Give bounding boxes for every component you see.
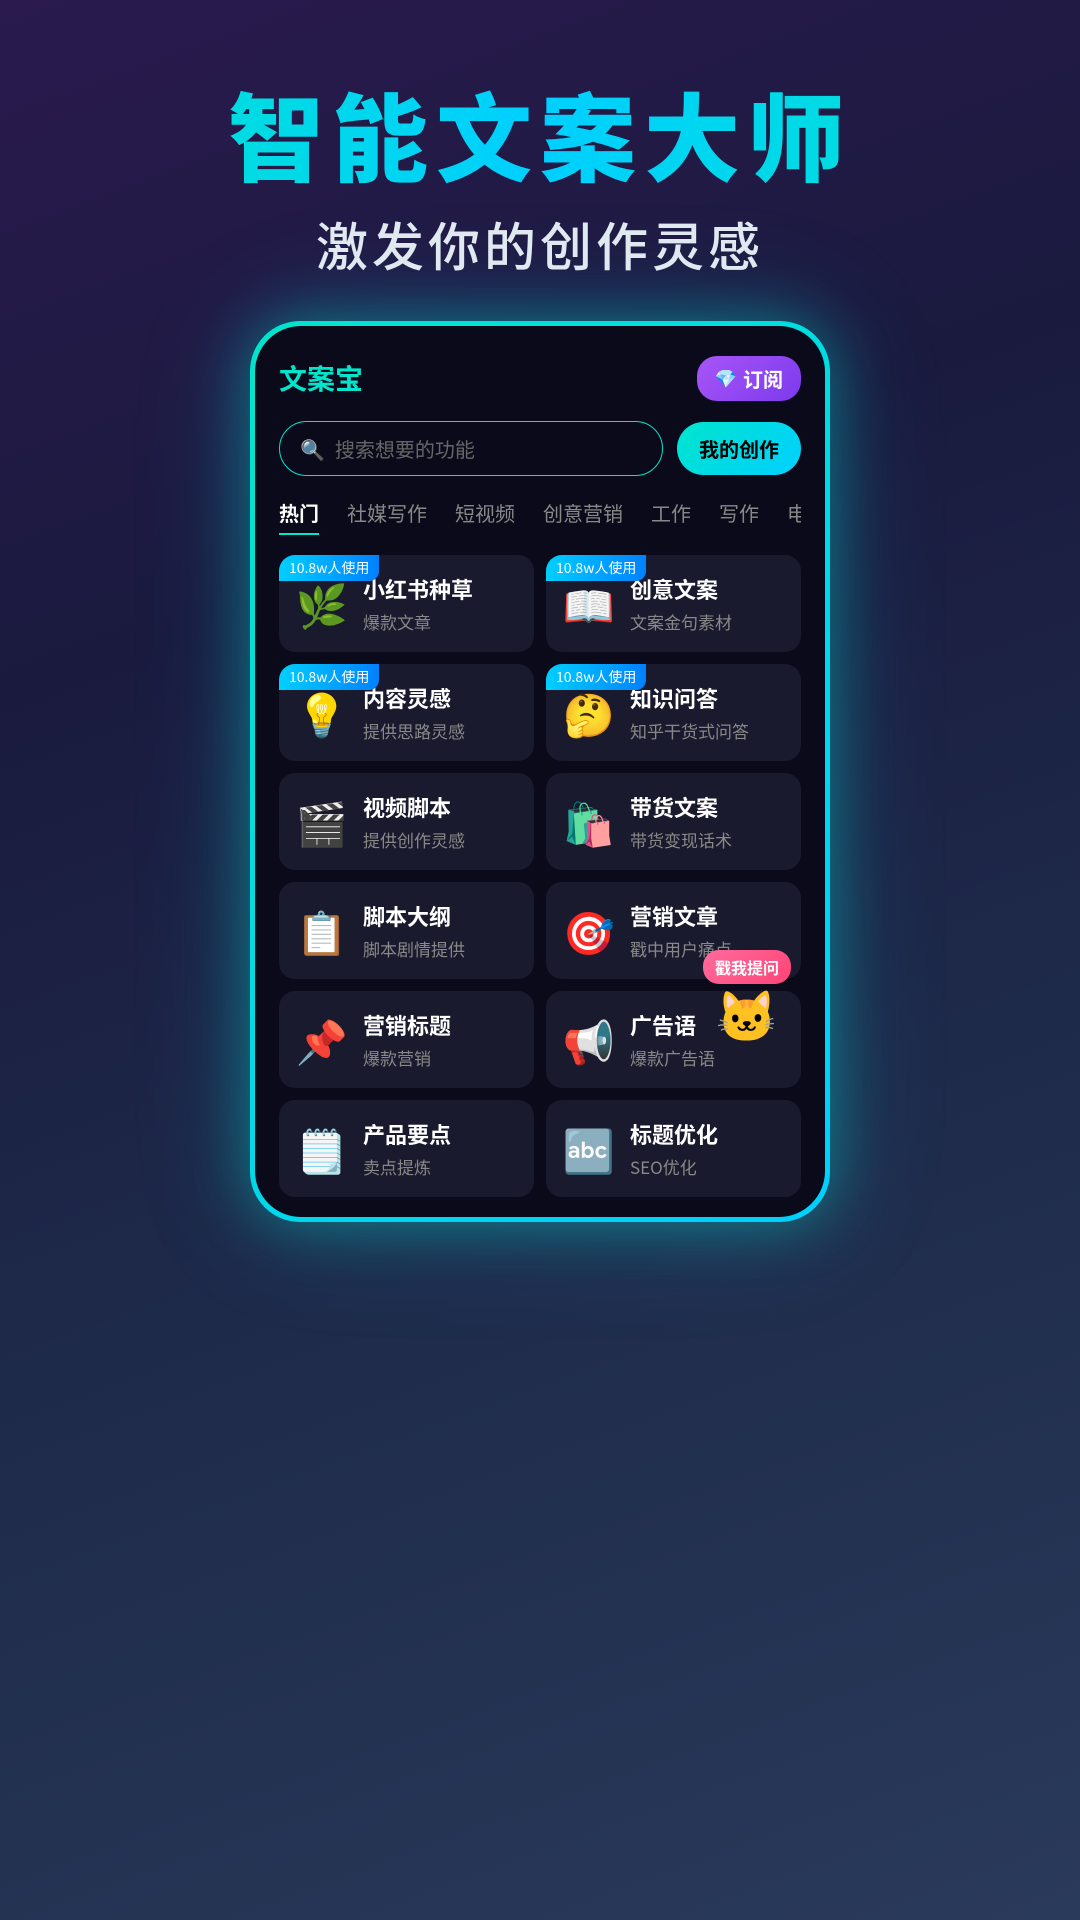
list-item[interactable]: 📢 广告语 爆款广告语 戳我提问 🐱 (546, 991, 801, 1088)
item-title: 小红书种草 (363, 573, 518, 605)
item-text: 视频脚本 提供创作灵感 (363, 791, 518, 852)
list-item[interactable]: 10.8w人使用 🌿 小红书种草 爆款文章 (279, 555, 534, 652)
item-icon: 🔤 (562, 1118, 616, 1179)
item-text: 标题优化 SEO优化 (630, 1118, 785, 1179)
item-icon: 🎬 (295, 791, 349, 852)
item-desc: 爆款文章 (363, 609, 518, 634)
item-desc: 提供思路灵感 (363, 718, 518, 743)
usage-badge: 10.8w人使用 (279, 664, 379, 690)
usage-badge: 10.8w人使用 (546, 555, 646, 581)
item-text: 产品要点 卖点提炼 (363, 1118, 518, 1179)
item-text: 知识问答 知乎干货式问答 (630, 682, 785, 743)
item-icon: 📢 (562, 1009, 616, 1070)
list-item[interactable]: 🎬 视频脚本 提供创作灵感 (279, 773, 534, 870)
phone-inner: 文案宝 💎 订阅 🔍 搜索想要的功能 我的创作 热门 社媒写作 短视频 创意营销… (255, 326, 825, 1217)
app-logo: 文案宝 (279, 358, 363, 398)
item-title: 带货文案 (630, 791, 785, 823)
category-tabs: 热门 社媒写作 短视频 创意营销 工作 写作 电商 (279, 498, 801, 535)
app-header: 文案宝 💎 订阅 (279, 356, 801, 401)
item-icon: 🎯 (562, 900, 616, 961)
tab-video[interactable]: 短视频 (455, 498, 515, 535)
search-icon: 🔍 (300, 434, 325, 463)
my-creation-button[interactable]: 我的创作 (677, 422, 801, 475)
item-desc: 卖点提炼 (363, 1154, 518, 1179)
item-icon: 💡 (295, 682, 349, 743)
item-title: 标题优化 (630, 1118, 785, 1150)
item-icon: 🗒️ (295, 1118, 349, 1179)
list-item[interactable]: 🔤 标题优化 SEO优化 (546, 1100, 801, 1197)
header-section: 智能文案大师 激发你的创作灵感 (0, 0, 1080, 321)
search-row: 🔍 搜索想要的功能 我的创作 (279, 421, 801, 476)
item-title: 脚本大纲 (363, 900, 518, 932)
item-text: 带货文案 带货变现话术 (630, 791, 785, 852)
item-title: 产品要点 (363, 1118, 518, 1150)
item-icon: 🛍️ (562, 791, 616, 852)
tab-ecommerce[interactable]: 电商 (787, 498, 801, 535)
item-text: 营销标题 爆款营销 (363, 1009, 518, 1070)
item-desc: 爆款营销 (363, 1045, 518, 1070)
list-item[interactable]: 10.8w人使用 📖 创意文案 文案金句素材 (546, 555, 801, 652)
sub-title: 激发你的创作灵感 (0, 206, 1080, 281)
item-title: 视频脚本 (363, 791, 518, 823)
item-desc: 文案金句素材 (630, 609, 785, 634)
main-title: 智能文案大师 (0, 80, 1080, 186)
item-icon: 📌 (295, 1009, 349, 1070)
cat-mascot: 🐱 (703, 988, 791, 1038)
item-icon: 🌿 (295, 573, 349, 634)
tab-writing[interactable]: 写作 (719, 498, 759, 535)
item-title: 创意文案 (630, 573, 785, 605)
item-title: 营销文章 (630, 900, 785, 932)
item-text: 内容灵感 提供思路灵感 (363, 682, 518, 743)
grid-container: 10.8w人使用 🌿 小红书种草 爆款文章 10.8w人使用 📖 创意文案 文案… (279, 555, 801, 1197)
list-item[interactable]: 🛍️ 带货文案 带货变现话术 (546, 773, 801, 870)
usage-badge: 10.8w人使用 (546, 664, 646, 690)
tab-social[interactable]: 社媒写作 (347, 498, 427, 535)
tab-hot[interactable]: 热门 (279, 498, 319, 535)
item-desc: 脚本剧情提供 (363, 936, 518, 961)
search-bar[interactable]: 🔍 搜索想要的功能 (279, 421, 663, 476)
list-item[interactable]: 10.8w人使用 🤔 知识问答 知乎干货式问答 (546, 664, 801, 761)
list-item[interactable]: 📋 脚本大纲 脚本剧情提供 (279, 882, 534, 979)
item-desc: 知乎干货式问答 (630, 718, 785, 743)
item-title: 内容灵感 (363, 682, 518, 714)
tab-work[interactable]: 工作 (651, 498, 691, 535)
item-title: 营销标题 (363, 1009, 518, 1041)
item-text: 创意文案 文案金句素材 (630, 573, 785, 634)
item-desc: 提供创作灵感 (363, 827, 518, 852)
subscribe-label: 订阅 (743, 364, 783, 393)
item-icon: 🤔 (562, 682, 616, 743)
phone-container: 文案宝 💎 订阅 🔍 搜索想要的功能 我的创作 热门 社媒写作 短视频 创意营销… (250, 321, 830, 1222)
item-title: 知识问答 (630, 682, 785, 714)
list-item[interactable]: 10.8w人使用 💡 内容灵感 提供思路灵感 (279, 664, 534, 761)
item-desc: 带货变现话术 (630, 827, 785, 852)
search-placeholder: 搜索想要的功能 (335, 434, 475, 463)
item-text: 脚本大纲 脚本剧情提供 (363, 900, 518, 961)
list-item[interactable]: 📌 营销标题 爆款营销 (279, 991, 534, 1088)
item-text: 小红书种草 爆款文章 (363, 573, 518, 634)
subscribe-button[interactable]: 💎 订阅 (697, 356, 801, 401)
list-item[interactable]: 🗒️ 产品要点 卖点提炼 (279, 1100, 534, 1197)
item-icon: 📖 (562, 573, 616, 634)
usage-badge: 10.8w人使用 (279, 555, 379, 581)
item-desc: SEO优化 (630, 1154, 785, 1179)
item-icon: 📋 (295, 900, 349, 961)
diamond-icon: 💎 (715, 365, 737, 391)
tab-creative[interactable]: 创意营销 (543, 498, 623, 535)
